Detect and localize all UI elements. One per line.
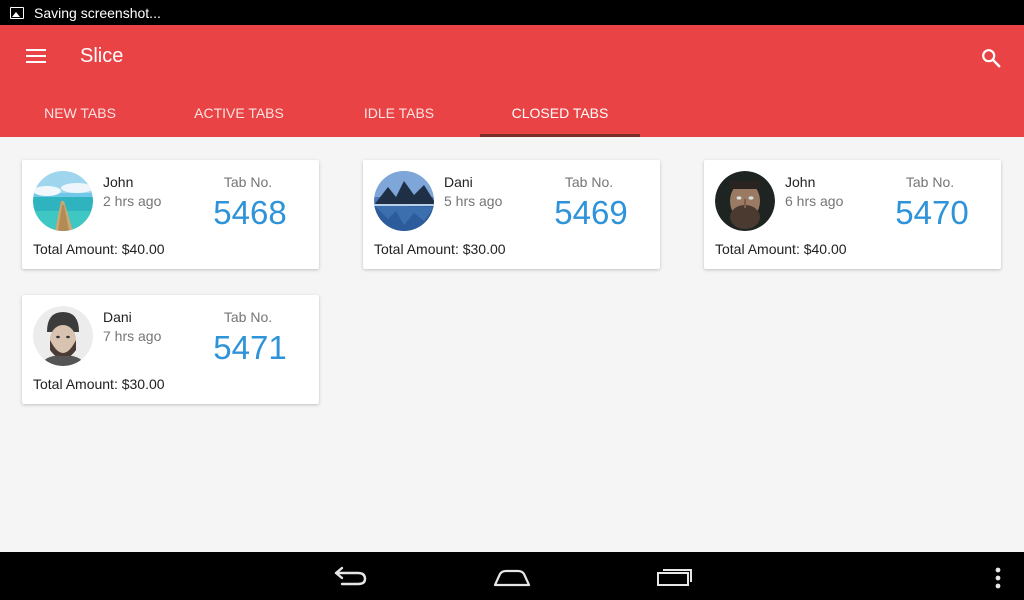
tab-number: 5468 xyxy=(213,194,287,231)
overflow-menu-icon[interactable] xyxy=(994,566,1002,590)
time-ago: 6 hrs ago xyxy=(785,193,844,209)
total-amount: Total Amount: $30.00 xyxy=(33,376,165,392)
app-bar: Slice NEW TABS ACTIVE TABS IDLE TABS CLO… xyxy=(0,25,1024,137)
avatar xyxy=(33,306,93,366)
status-notification-text: Saving screenshot... xyxy=(34,4,161,21)
tab-new-tabs[interactable]: NEW TABS xyxy=(0,89,160,137)
customer-name: John xyxy=(103,174,134,190)
customer-name: Dani xyxy=(103,309,132,325)
active-tab-indicator xyxy=(480,134,640,137)
total-amount: Total Amount: $30.00 xyxy=(374,241,506,257)
search-icon[interactable] xyxy=(980,47,1002,69)
tab-number-label: Tab No. xyxy=(905,174,955,190)
toolbar: Slice xyxy=(0,25,1024,89)
screenshot-icon xyxy=(10,6,24,19)
tab-active-tabs[interactable]: ACTIVE TABS xyxy=(160,89,318,137)
tab-card[interactable]: John 2 hrs ago Tab No. 5468 Total Amount… xyxy=(22,160,319,269)
tab-card[interactable]: John 6 hrs ago Tab No. 5470 Total Amount… xyxy=(704,160,1001,269)
home-icon[interactable] xyxy=(492,566,532,588)
customer-name: John xyxy=(785,174,816,190)
tab-number-label: Tab No. xyxy=(223,174,273,190)
total-amount: Total Amount: $40.00 xyxy=(715,241,847,257)
avatar xyxy=(715,171,775,231)
status-bar: Saving screenshot... xyxy=(0,0,1024,25)
tab-number-label: Tab No. xyxy=(564,174,614,190)
hamburger-menu-icon[interactable] xyxy=(26,49,46,65)
back-icon[interactable] xyxy=(330,564,370,588)
tab-number: 5469 xyxy=(554,194,628,231)
tab-closed-tabs[interactable]: CLOSED TABS xyxy=(480,89,640,137)
recents-icon[interactable] xyxy=(656,566,694,588)
total-amount: Total Amount: $40.00 xyxy=(33,241,165,257)
time-ago: 5 hrs ago xyxy=(444,193,503,209)
tab-number: 5471 xyxy=(213,329,287,366)
tab-number: 5470 xyxy=(895,194,969,231)
tab-card[interactable]: Dani 5 hrs ago Tab No. 5469 Total Amount… xyxy=(363,160,660,269)
time-ago: 7 hrs ago xyxy=(103,328,162,344)
time-ago: 2 hrs ago xyxy=(103,193,162,209)
system-navigation-bar xyxy=(0,552,1024,600)
tab-bar: NEW TABS ACTIVE TABS IDLE TABS CLOSED TA… xyxy=(0,89,1024,137)
tab-card[interactable]: Dani 7 hrs ago Tab No. 5471 Total Amount… xyxy=(22,295,319,404)
tab-number-label: Tab No. xyxy=(223,309,273,325)
app-title: Slice xyxy=(80,45,124,67)
customer-name: Dani xyxy=(444,174,473,190)
tab-idle-tabs[interactable]: IDLE TABS xyxy=(318,89,480,137)
avatar xyxy=(33,171,93,231)
avatar xyxy=(374,171,434,231)
